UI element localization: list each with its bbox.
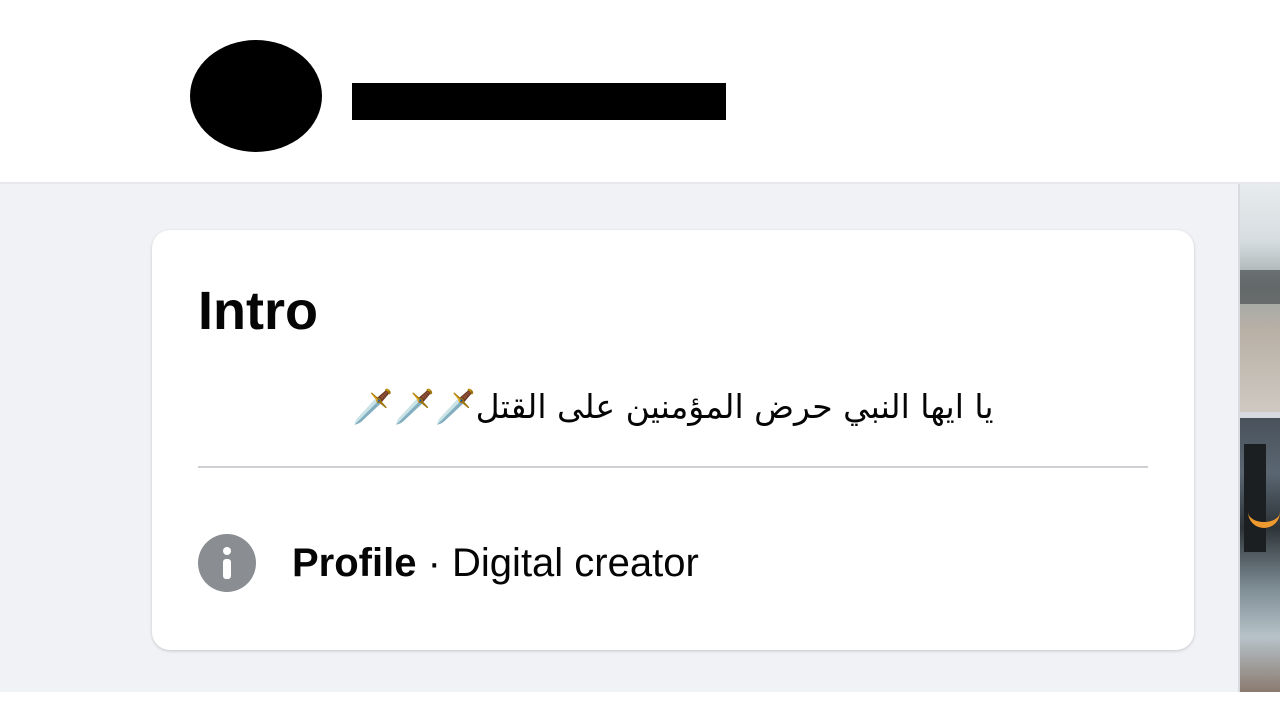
intro-bio: يا ايها النبي حرض المؤمنين على القتل🗡️🗡️… (352, 387, 994, 426)
photo-detail (1248, 498, 1280, 528)
photo-thumbnail[interactable] (1240, 418, 1280, 692)
profile-avatar[interactable] (190, 40, 322, 152)
profile-category-text: Profile · Digital creator (292, 541, 699, 586)
info-icon (198, 534, 256, 592)
info-icon-bar (223, 559, 231, 579)
profile-header (0, 0, 1280, 184)
profile-name-redaction[interactable] (352, 83, 726, 120)
photo-thumbnail[interactable] (1240, 184, 1280, 412)
photo-column (1238, 184, 1280, 692)
profile-page: Intro يا ايها النبي حرض المؤمنين على الق… (0, 0, 1280, 720)
intro-divider (198, 466, 1148, 468)
profile-category-row: Profile · Digital creator (198, 532, 699, 594)
category-separator: · (416, 540, 453, 585)
category-value: Digital creator (452, 540, 699, 585)
photo-detail (1240, 270, 1280, 304)
category-label: Profile (292, 540, 417, 585)
info-icon-dot (223, 547, 231, 555)
intro-title: Intro (198, 281, 318, 341)
bottom-strip (0, 692, 1280, 720)
intro-card: Intro يا ايها النبي حرض المؤمنين على الق… (152, 230, 1194, 650)
